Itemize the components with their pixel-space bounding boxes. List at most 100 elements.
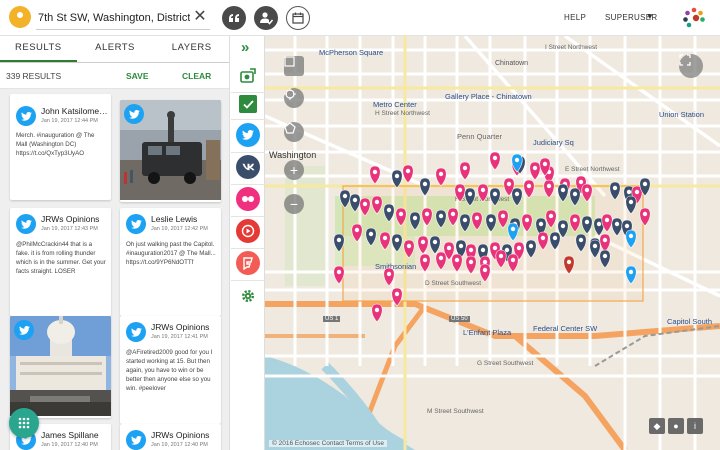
flickr-pin-marker[interactable]: [369, 165, 381, 185]
tab-alerts[interactable]: ALERTS: [77, 36, 154, 62]
quote-filter-button[interactable]: [222, 6, 246, 30]
result-card-image[interactable]: [10, 316, 111, 418]
flickr-pin-marker[interactable]: [395, 207, 407, 227]
vk-pin-marker[interactable]: [349, 193, 361, 213]
twitter-source-toggle[interactable]: [236, 123, 260, 147]
vk-pin-marker[interactable]: [429, 235, 441, 255]
vk-pin-marker[interactable]: [569, 187, 581, 207]
result-card[interactable]: JRWs Opinions Jan 19, 2017 12:41 PM @AFi…: [120, 316, 221, 424]
date-range-button[interactable]: [286, 6, 310, 30]
flickr-pin-marker[interactable]: [417, 235, 429, 255]
vk-pin-marker[interactable]: [391, 169, 403, 189]
flickr-pin-marker[interactable]: [421, 207, 433, 227]
map-view[interactable]: McPherson Square Chinatown Gallery Place…: [265, 36, 720, 450]
flickr-pin-marker[interactable]: [497, 209, 509, 229]
flickr-pin-marker[interactable]: [459, 161, 471, 181]
flickr-pin-marker[interactable]: [507, 253, 519, 273]
flickr-pin-marker[interactable]: [383, 267, 395, 287]
chevron-down-icon[interactable]: ▼: [646, 12, 654, 21]
vk-source-toggle[interactable]: [236, 155, 260, 179]
vk-pin-marker[interactable]: [581, 215, 593, 235]
flickr-pin-marker[interactable]: [402, 164, 414, 184]
flickr-pin-marker[interactable]: [435, 167, 447, 187]
result-card-image[interactable]: [120, 100, 221, 202]
flickr-pin-marker[interactable]: [479, 263, 491, 283]
vk-pin-marker[interactable]: [549, 231, 561, 251]
result-card[interactable]: John Katsilometes Jan 19, 2017 12:44 PM …: [10, 94, 111, 200]
vk-pin-marker[interactable]: [489, 187, 501, 207]
apps-menu-button[interactable]: [9, 408, 39, 438]
flickr-pin-marker[interactable]: [477, 183, 489, 203]
clear-search-icon[interactable]: ✕: [192, 8, 208, 26]
collapse-panel-icon[interactable]: »: [241, 40, 257, 56]
vk-pin-marker[interactable]: [391, 233, 403, 253]
flickr-pin-marker[interactable]: [489, 151, 501, 171]
vk-pin-marker[interactable]: [589, 239, 601, 259]
flickr-pin-marker[interactable]: [545, 209, 557, 229]
result-card[interactable]: JRWs Opinions Jan 19, 2017 12:40 PM: [120, 424, 221, 450]
twitter-pin-marker[interactable]: [625, 265, 637, 285]
help-link[interactable]: HELP: [564, 13, 586, 22]
flickr-pin-marker[interactable]: [451, 253, 463, 273]
foursquare-source-toggle[interactable]: [236, 251, 260, 275]
user-filter-button[interactable]: [254, 6, 278, 30]
flickr-pin-marker[interactable]: [639, 207, 651, 227]
flickr-pin-marker[interactable]: [581, 183, 593, 203]
vk-pin-marker[interactable]: [511, 187, 523, 207]
vk-pin-marker[interactable]: [409, 211, 421, 231]
info-button[interactable]: i: [687, 418, 703, 434]
vk-pin-marker[interactable]: [485, 213, 497, 233]
flickr-pin-marker[interactable]: [495, 249, 507, 269]
result-card[interactable]: Leslie Lewis Jan 19, 2017 12:42 PM Oh ju…: [120, 208, 221, 316]
save-button[interactable]: SAVE: [126, 71, 149, 81]
flickr-pin-marker[interactable]: [471, 211, 483, 231]
flickr-pin-marker[interactable]: [569, 213, 581, 233]
select-all-checkbox[interactable]: [239, 95, 257, 113]
instagram-source-toggle[interactable]: [236, 64, 260, 88]
vk-pin-marker[interactable]: [435, 209, 447, 229]
flickr-pin-marker[interactable]: [529, 161, 541, 181]
vk-pin-marker[interactable]: [459, 213, 471, 233]
flickr-pin-marker[interactable]: [403, 239, 415, 259]
vk-pin-marker[interactable]: [365, 227, 377, 247]
vk-pin-marker[interactable]: [525, 239, 537, 259]
flickr-pin-marker[interactable]: [419, 253, 431, 273]
vk-pin-marker[interactable]: [383, 203, 395, 223]
flickr-pin-marker[interactable]: [359, 197, 371, 217]
youtube-source-toggle[interactable]: [236, 219, 260, 243]
vk-pin-marker[interactable]: [419, 177, 431, 197]
vk-pin-marker[interactable]: [609, 181, 621, 201]
tab-layers[interactable]: LAYERS: [153, 36, 229, 62]
flickr-pin-marker[interactable]: [523, 179, 535, 199]
vk-pin-marker[interactable]: [557, 183, 569, 203]
settings-button[interactable]: [236, 284, 260, 308]
vk-pin-marker[interactable]: [339, 189, 351, 209]
flickr-pin-marker[interactable]: [521, 213, 533, 233]
layer-toggle-button[interactable]: ◆: [649, 418, 665, 434]
locate-button[interactable]: ●: [668, 418, 684, 434]
vk-pin-marker[interactable]: [333, 233, 345, 253]
flickr-pin-marker[interactable]: [391, 287, 403, 307]
flickr-pin-marker[interactable]: [537, 231, 549, 251]
tab-results[interactable]: RESULTS: [0, 36, 77, 62]
flickr-pin-marker[interactable]: [543, 179, 555, 199]
clear-button[interactable]: CLEAR: [182, 71, 211, 81]
flickr-pin-marker[interactable]: [454, 183, 466, 203]
flickr-pin-marker[interactable]: [435, 251, 447, 271]
twitter-pin-marker[interactable]: [625, 229, 637, 249]
location-search-input[interactable]: [36, 6, 210, 30]
vk-pin-marker[interactable]: [625, 195, 637, 215]
flickr-pin-marker[interactable]: [599, 233, 611, 253]
selected-pin-marker[interactable]: [563, 255, 575, 275]
flickr-pin-marker[interactable]: [371, 303, 383, 323]
vk-pin-marker[interactable]: [575, 233, 587, 253]
flickr-pin-marker[interactable]: [333, 265, 345, 285]
vk-pin-marker[interactable]: [464, 187, 476, 207]
flickr-pin-marker[interactable]: [371, 195, 383, 215]
vk-pin-marker[interactable]: [611, 217, 623, 237]
flickr-source-toggle[interactable]: [236, 187, 260, 211]
result-card[interactable]: JRWs Opinions Jan 19, 2017 12:43 PM @Phi…: [10, 208, 111, 316]
flickr-pin-marker[interactable]: [465, 255, 477, 275]
flickr-pin-marker[interactable]: [351, 223, 363, 243]
twitter-pin-marker[interactable]: [507, 222, 519, 242]
